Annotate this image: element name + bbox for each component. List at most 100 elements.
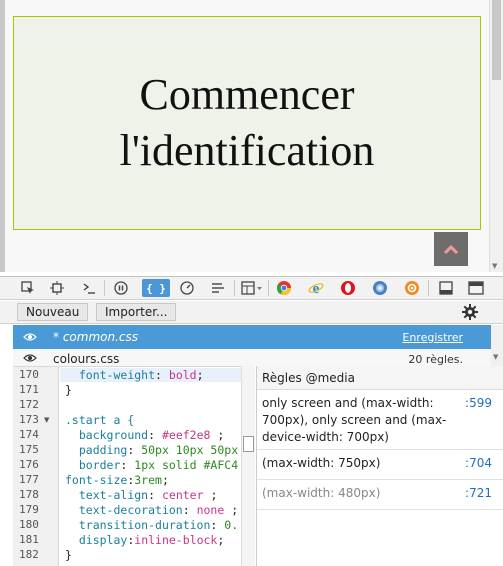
css-value: 3rem [134, 473, 162, 487]
stylesheet-name: colours.css [53, 352, 120, 366]
eye-icon[interactable] [23, 352, 37, 366]
css-value: none [196, 503, 225, 517]
css-property: display [78, 533, 128, 547]
css-value: #eef2e8 [161, 428, 211, 442]
line-number-gutter: 170 171 172 173 ▼ 174 175 176 177 178 17… [13, 367, 59, 566]
line-number: 173 [19, 413, 39, 426]
inspector-icon[interactable] [47, 279, 67, 297]
media-rule-item[interactable]: (max-width: 750px) :704 [257, 450, 503, 480]
page-viewport: Commencer l'identification ▼ [0, 0, 503, 272]
start-identification-link[interactable]: Commencer l'identification [13, 16, 481, 230]
code-line: padding: 50px 10px 50px [78, 443, 239, 457]
line-number: 170 [19, 368, 39, 381]
line-number: 179 [19, 503, 39, 516]
code-line: display:inline-block; [78, 533, 225, 547]
pick-element-icon[interactable] [18, 279, 38, 297]
eye-icon[interactable] [23, 331, 37, 345]
code-line: } [65, 548, 72, 562]
css-property: background [78, 428, 149, 442]
performance-icon[interactable] [177, 279, 197, 297]
svg-text:e: e [313, 281, 320, 296]
toolbar-divider [268, 280, 269, 296]
css-value: center [161, 488, 204, 502]
dock-icon[interactable] [466, 279, 486, 297]
style-editor-label: { } [146, 281, 166, 295]
import-stylesheet-button[interactable]: Importer... [96, 303, 177, 321]
code-line: font-size:3rem; [65, 473, 169, 487]
console-icon[interactable] [79, 279, 99, 297]
media-rule-condition: (max-width: 480px) [262, 486, 381, 500]
style-editor-toolbar: Nouveau Importer... [0, 301, 503, 324]
css-property: border [78, 458, 121, 472]
toolbar-divider [428, 280, 429, 296]
media-rule-item[interactable]: (max-width: 480px) :721 [257, 480, 503, 510]
gear-icon[interactable] [462, 304, 478, 323]
media-rules-title: Règles @media [257, 366, 503, 390]
media-rules-sidebar: Règles @media only screen and (max-width… [256, 366, 503, 566]
line-number: 176 [19, 458, 39, 471]
css-property: padding [78, 443, 128, 457]
media-rule-condition: only screen and (max-width: 700px), only… [262, 396, 447, 444]
code-line: .start a { [65, 413, 134, 427]
css-value: 0. [224, 518, 239, 532]
opera-icon[interactable] [338, 279, 358, 297]
stylesheet-rule-count: 20 règles. [408, 353, 463, 366]
page-scrollbar-thumb[interactable] [492, 0, 501, 80]
scroll-to-top-button[interactable] [434, 232, 468, 266]
split-view-icon[interactable] [240, 279, 264, 297]
css-value: 1px solid #AFC4 [134, 458, 239, 472]
network-icon[interactable] [208, 279, 228, 297]
save-link[interactable]: Enregistrer [402, 331, 463, 344]
line-number: 171 [19, 383, 39, 396]
debugger-icon[interactable] [111, 279, 131, 297]
code-line: transition-duration: 0. [78, 518, 239, 532]
line-number: 182 [19, 548, 39, 561]
line-number: 177 [19, 473, 39, 486]
scroll-down-arrow-icon[interactable]: ▼ [492, 262, 497, 270]
page-scrollbar[interactable]: ▼ [489, 0, 503, 272]
settings-orange-icon[interactable] [402, 279, 422, 297]
code-line: text-decoration: none ; [78, 503, 239, 517]
code-line: text-align: center ; [78, 488, 218, 502]
stylesheet-item[interactable]: colours.css 20 règles. [13, 349, 491, 366]
stylesheet-name: * common.css [53, 330, 138, 344]
toolbar-divider [234, 280, 235, 296]
line-number: 180 [19, 518, 39, 531]
start-identification-text: Commencer l'identification [119, 70, 375, 175]
line-number: 181 [19, 533, 39, 546]
media-rule-item[interactable]: only screen and (max-width: 700px), only… [257, 390, 503, 450]
css-value: inline-block [134, 533, 218, 547]
css-property: text-align [78, 488, 149, 502]
toolbar-divider [104, 280, 105, 296]
code-line: border: 1px solid #AFC4 [78, 458, 239, 472]
line-number: 174 [19, 428, 39, 441]
ie-icon[interactable]: e [306, 279, 326, 297]
css-property: text-decoration [78, 503, 183, 517]
line-number: 178 [19, 488, 39, 501]
code-line: font-weight: bold; [78, 368, 204, 382]
stylesheet-list-scrollbar[interactable]: ▼ [491, 325, 503, 366]
style-editor-icon[interactable]: { } [142, 279, 170, 297]
chevron-up-icon [443, 244, 459, 254]
new-stylesheet-button[interactable]: Nouveau [17, 303, 89, 321]
css-selector: .start a { [65, 413, 135, 427]
stylesheet-item-active[interactable]: * common.css Enregistrer [13, 325, 491, 349]
media-rule-line-link[interactable]: :721 [465, 485, 492, 502]
media-rule-line-link[interactable]: :599 [465, 395, 492, 412]
responsive-icon[interactable] [436, 279, 456, 297]
media-rule-line-link[interactable]: :704 [465, 455, 492, 472]
scroll-down-arrow-icon[interactable]: ▼ [493, 353, 498, 361]
css-property: font-size [65, 473, 128, 487]
code-editor[interactable]: 170 171 172 173 ▼ 174 175 176 177 178 17… [13, 366, 241, 566]
css-value: 50px 10px 50px [141, 443, 239, 457]
devtools-toolbar: { } e [0, 276, 503, 300]
editor-scrollbar[interactable] [241, 366, 255, 566]
chrome-icon[interactable] [274, 279, 294, 297]
fold-arrow-icon[interactable]: ▼ [44, 416, 49, 424]
media-rule-condition: (max-width: 750px) [262, 456, 381, 470]
editor-scrollbar-thumb[interactable] [243, 436, 254, 452]
css-value: bold [168, 368, 197, 382]
css-property: transition-duration [78, 518, 211, 532]
globe-icon[interactable] [370, 279, 390, 297]
css-property: font-weight [78, 368, 156, 382]
